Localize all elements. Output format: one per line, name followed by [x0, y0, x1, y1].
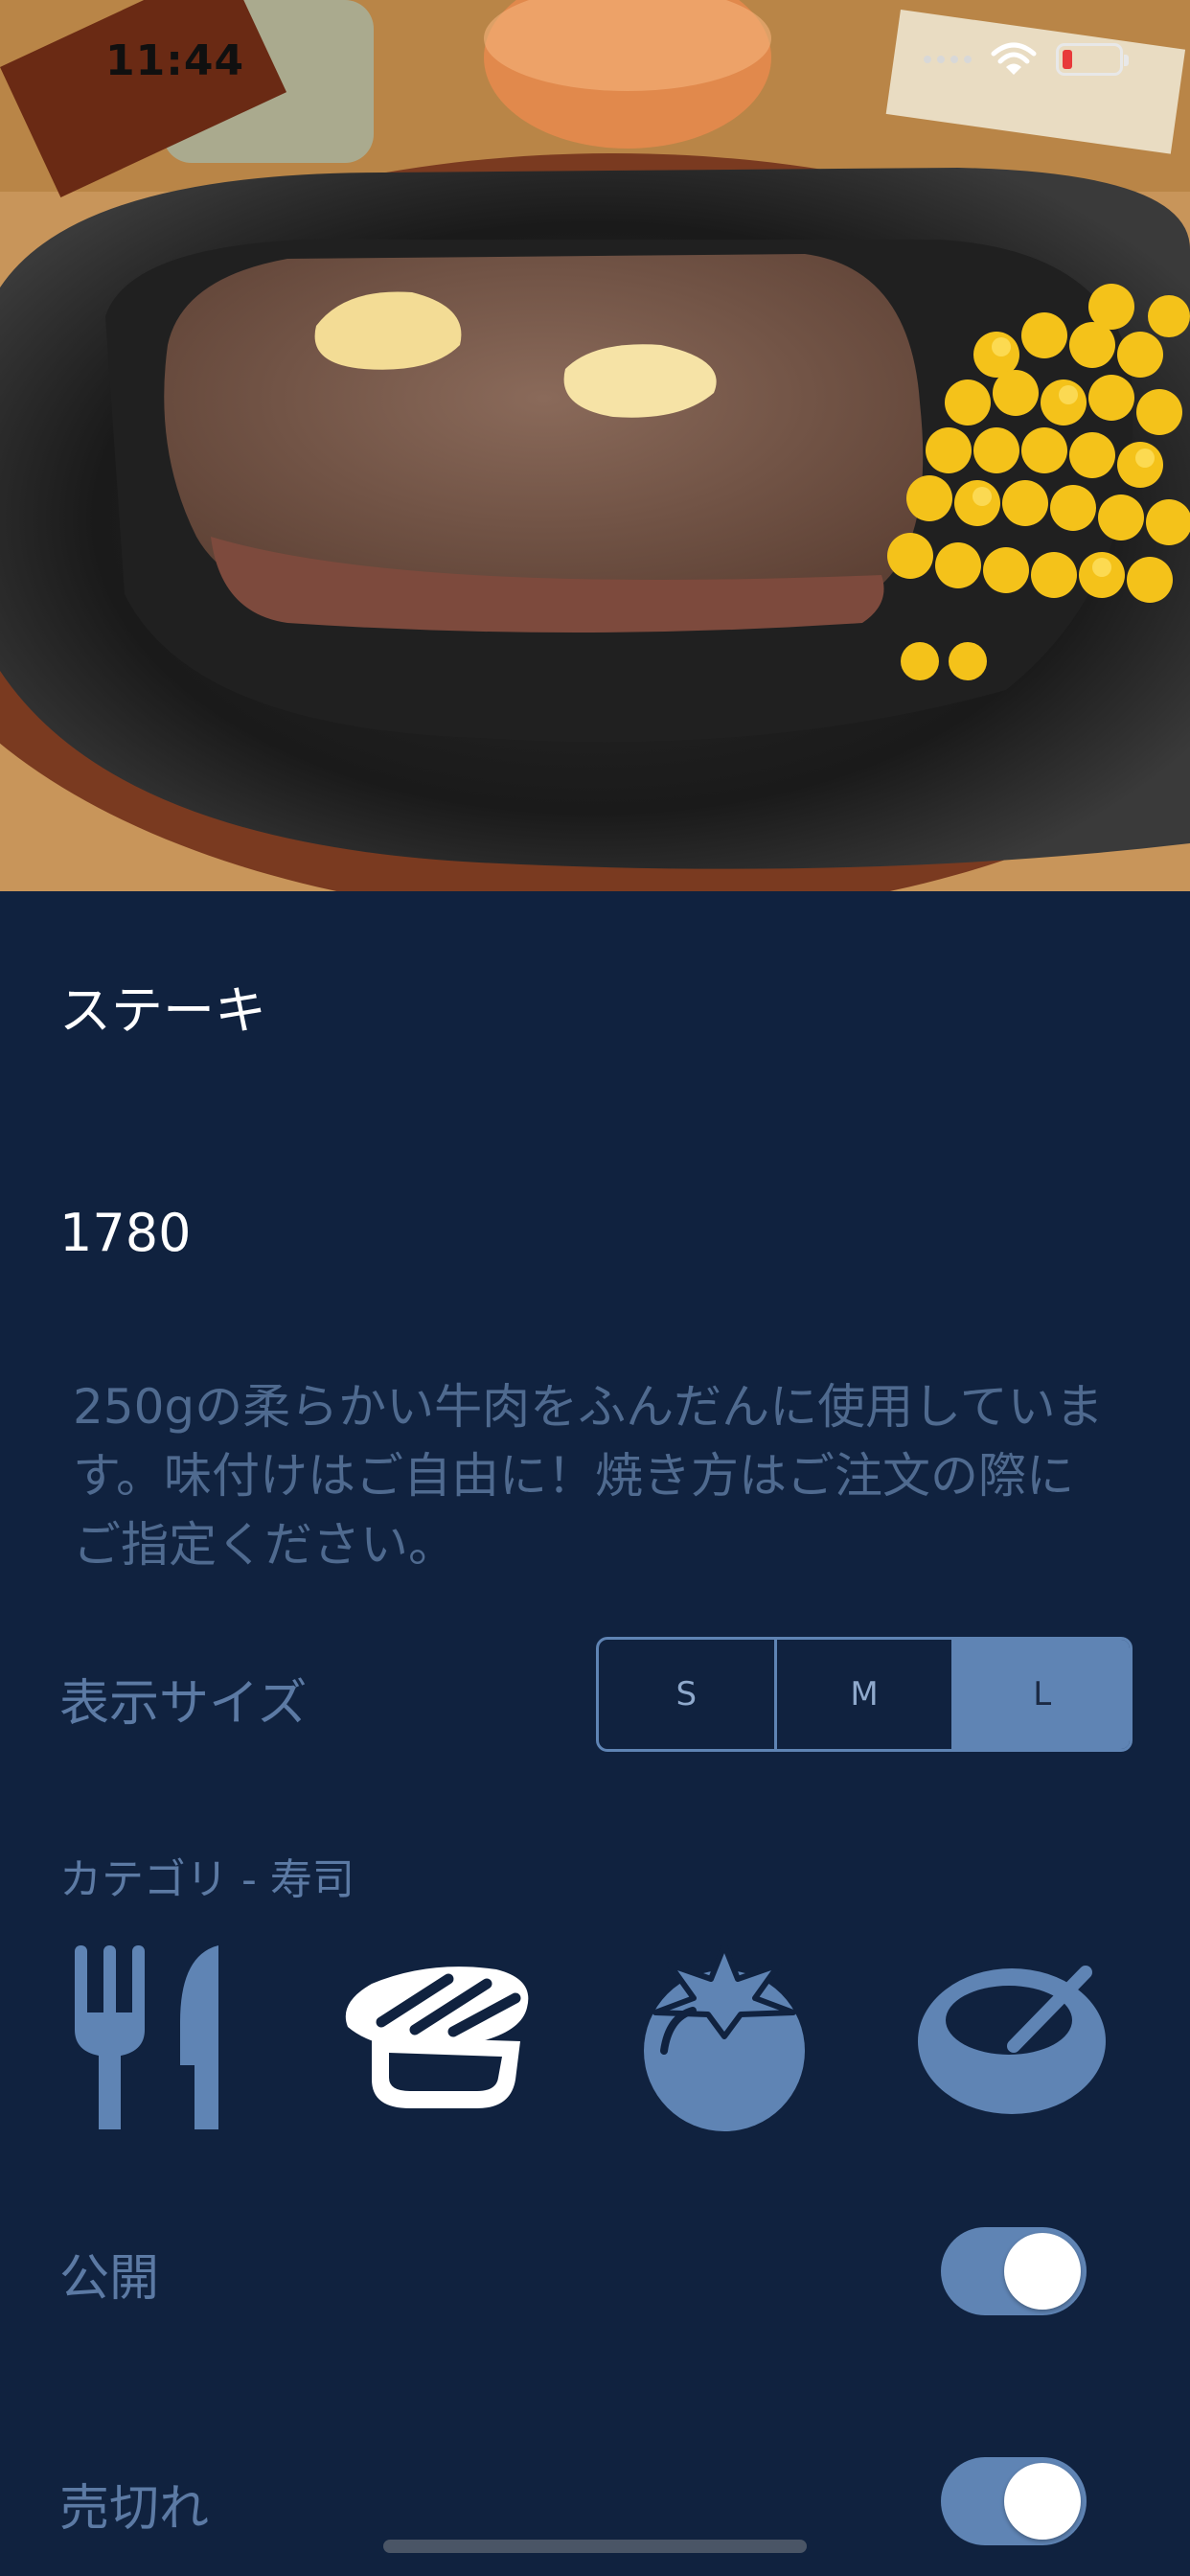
fork-knife-icon	[75, 1945, 218, 2129]
sold-out-toggle-knob	[1004, 2463, 1081, 2540]
status-icons	[924, 42, 1129, 77]
category-vegetable-button[interactable]	[640, 1943, 809, 2135]
sold-out-toggle[interactable]	[941, 2457, 1087, 2545]
category-soup-button[interactable]	[918, 1965, 1106, 2118]
sold-out-label: 売切れ	[59, 2480, 210, 2538]
status-time: 11:44	[105, 36, 245, 85]
steak-photo	[0, 0, 1190, 891]
cellular-signal-icon	[924, 56, 972, 63]
category-sushi-button[interactable]	[343, 1965, 531, 2117]
item-name-field[interactable]: ステーキ	[59, 968, 266, 1044]
bowl-icon	[918, 1966, 1106, 2114]
item-photo[interactable]: 11:44	[0, 0, 1190, 891]
sushi-icon	[345, 1966, 529, 2108]
size-option-m[interactable]: M	[773, 1640, 952, 1749]
battery-icon	[1056, 43, 1129, 76]
wifi-icon	[991, 42, 1037, 75]
item-description-field[interactable]: 250gの柔らかい牛肉をふんだんに使用しています。味付けはご自由に！焼き方はご注…	[73, 1372, 1108, 1579]
public-toggle-knob	[1004, 2233, 1081, 2310]
category-western-button[interactable]	[75, 1945, 228, 2136]
tomato-icon	[644, 1943, 805, 2131]
display-size-segmented-control: S M L	[596, 1637, 1133, 1752]
category-label: カテゴリ - 寿司	[59, 1855, 355, 1904]
public-label: 公開	[59, 2250, 160, 2308]
item-price-field[interactable]: 1780	[59, 1203, 191, 1263]
public-toggle[interactable]	[941, 2227, 1087, 2315]
size-option-s[interactable]: S	[599, 1640, 774, 1749]
home-indicator[interactable]	[383, 2540, 807, 2553]
display-size-label: 表示サイズ	[59, 1675, 308, 1733]
size-option-l[interactable]: L	[951, 1640, 1130, 1749]
